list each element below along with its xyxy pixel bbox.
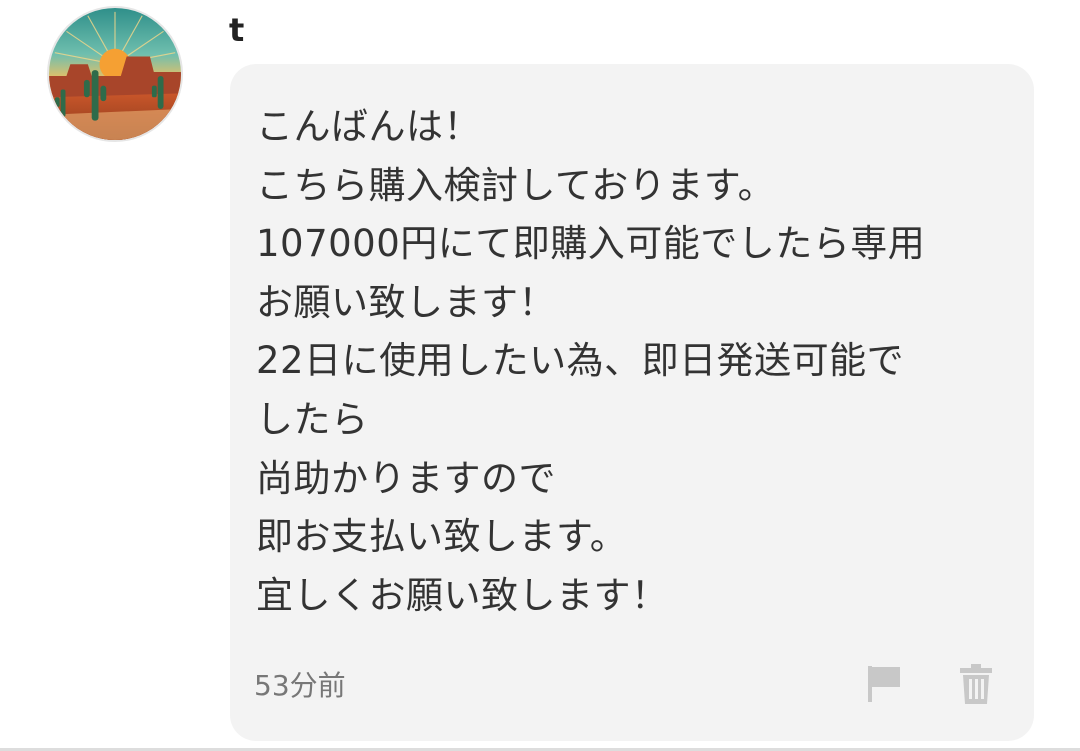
comment-item: t こんばんは！ こちら購入検討しております。 107000円にて即購入可能でし… [0, 0, 1080, 751]
message-line: こんばんは！ [256, 105, 481, 148]
message-line: 即お支払い致します。 [256, 515, 628, 559]
message-line: お願い致します！ [256, 280, 556, 324]
report-button[interactable] [862, 662, 906, 706]
comment-message: こんばんは！ こちら購入検討しております。 107000円にて即購入可能でしたら… [256, 98, 1016, 625]
message-line: 107000円にて即購入可能でしたら専用 [256, 222, 926, 266]
desert-sunset-avatar-icon [49, 8, 181, 140]
message-line: 宜しくお願い致します！ [256, 573, 669, 617]
flag-icon [868, 666, 900, 702]
comment-timestamp: 53分前 [254, 669, 346, 702]
message-line: したら [256, 397, 369, 441]
message-line: こちら購入検討しております。 [256, 163, 776, 207]
avatar[interactable] [47, 6, 183, 142]
trash-icon [960, 664, 992, 704]
message-line: 尚助かりますので [256, 456, 556, 500]
message-line: 22日に使用したい為、即日発送可能で [256, 339, 905, 383]
delete-button[interactable] [954, 662, 998, 706]
comment-bubble: こんばんは！ こちら購入検討しております。 107000円にて即購入可能でしたら… [230, 64, 1034, 741]
username[interactable]: t [229, 10, 244, 50]
